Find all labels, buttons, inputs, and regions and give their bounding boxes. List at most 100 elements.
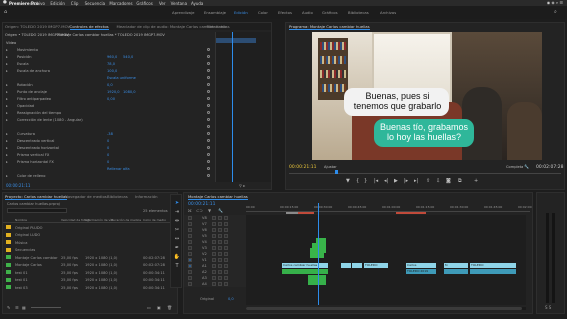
timeline-settings-icon[interactable]: 🔧 xyxy=(218,208,223,213)
project-item[interactable]: test 01 25,00 fps 1920 x 1080 (1,0) 00:00:3… xyxy=(3,277,177,283)
pen-tool-icon[interactable]: ✒ xyxy=(173,244,181,253)
master-value[interactable]: 0,0 xyxy=(228,297,234,301)
keyframe-icon[interactable] xyxy=(207,118,210,121)
project-item[interactable]: Original PLUDO xyxy=(3,225,177,230)
icon-view-icon[interactable]: ▦ xyxy=(22,305,26,310)
keyframe-icon[interactable] xyxy=(207,132,210,135)
expand-icon[interactable]: ▸ xyxy=(6,111,8,115)
effect-row[interactable]: ▸ Movimiento xyxy=(3,47,215,52)
timeline-tab[interactable]: Montaje Carlos cambiar huellas xyxy=(188,194,248,200)
video-clip[interactable]: Carlos xyxy=(406,263,436,268)
effect-value[interactable]: 0,0 xyxy=(107,83,113,87)
source-patch-toggle[interactable] xyxy=(188,281,192,286)
effect-value[interactable]: 0 xyxy=(107,153,109,157)
expand-icon[interactable]: ▸ xyxy=(6,153,8,157)
workspace-tab[interactable]: Edición xyxy=(234,10,248,15)
sync-icon[interactable] xyxy=(218,251,222,256)
source-tab[interactable]: Controles de efectos xyxy=(69,24,109,30)
eye-icon[interactable] xyxy=(224,233,228,238)
marker-icon[interactable]: ▼ xyxy=(346,178,350,184)
menu-item[interactable]: Ventana xyxy=(171,1,187,6)
video-clip[interactable]: TOLEDO xyxy=(470,263,516,268)
lock-icon[interactable] xyxy=(212,215,216,220)
new-bin-icon[interactable]: ▭ xyxy=(147,305,151,310)
eye-icon[interactable] xyxy=(224,269,228,274)
extract-icon[interactable]: ⇩ xyxy=(436,178,440,184)
sync-icon[interactable] xyxy=(218,245,222,250)
source-patch-toggle[interactable] xyxy=(188,239,192,244)
keyframe-icon[interactable] xyxy=(207,90,210,93)
track-header[interactable]: V4 xyxy=(184,239,246,245)
effect-row[interactable]: Rellenar alfa xyxy=(3,166,215,171)
effect-value[interactable]: 78,0 xyxy=(107,62,115,66)
lock-icon[interactable] xyxy=(212,263,216,268)
lock-icon[interactable] xyxy=(212,221,216,226)
snap-icon[interactable]: ⟗ xyxy=(188,208,192,213)
expand-icon[interactable]: ▸ xyxy=(6,132,8,136)
effect-value-2[interactable]: 1080,0 xyxy=(123,90,136,94)
video-clip[interactable]: fx xyxy=(444,263,468,268)
audio-clip[interactable] xyxy=(282,269,328,274)
timeline-ruler[interactable]: 00:00 00:00:15:00 00:00:30:00 00:00:45:00 00… xyxy=(246,204,532,212)
mini-playhead[interactable] xyxy=(232,32,233,182)
effect-value-2[interactable]: 540,0 xyxy=(123,55,133,59)
effect-value[interactable]: 0,00 xyxy=(107,97,115,101)
program-timecode[interactable]: 00:00:21:11 xyxy=(289,165,316,170)
expand-icon[interactable]: ▸ xyxy=(6,160,8,164)
sync-icon[interactable] xyxy=(218,221,222,226)
effect-value[interactable]: 0 xyxy=(107,139,109,143)
track-header[interactable]: V6 xyxy=(184,227,246,233)
keyframe-icon[interactable] xyxy=(207,76,210,79)
project-item[interactable]: Secuencias xyxy=(3,247,177,253)
expand-icon[interactable]: ▸ xyxy=(6,55,8,59)
sync-icon[interactable] xyxy=(218,275,222,280)
sync-icon[interactable] xyxy=(218,269,222,274)
workspace-tab[interactable]: Efectos xyxy=(278,10,292,15)
lock-icon[interactable] xyxy=(212,245,216,250)
project-tab[interactable]: Proyecto: Carlos cambiar huellas xyxy=(5,194,68,200)
camera-icon[interactable]: ◙ xyxy=(446,178,451,184)
project-item[interactable]: Montaje Carlos 25,00 fps 1920 x 1080 (1,0)… xyxy=(3,262,177,268)
keyframe-icon[interactable] xyxy=(207,146,210,149)
column-header[interactable]: Información de víd. xyxy=(85,218,114,222)
project-search-input[interactable] xyxy=(7,208,67,213)
linked-icon[interactable]: ⊂⊃ xyxy=(196,208,203,213)
trash-icon[interactable]: 🗑 xyxy=(167,305,172,310)
selection-tool-icon[interactable]: ➤ xyxy=(173,199,181,208)
pencil-icon[interactable]: ✎ xyxy=(7,305,10,310)
type-tool-icon[interactable]: T xyxy=(173,262,181,271)
effect-row[interactable]: Escala uniforme xyxy=(3,75,215,80)
source-patch-toggle[interactable] xyxy=(188,251,192,256)
razor-tool-icon[interactable]: ✂ xyxy=(173,226,181,235)
effect-value[interactable]: 0 xyxy=(107,160,109,164)
eye-icon[interactable] xyxy=(224,221,228,226)
effect-value[interactable]: 0 xyxy=(107,146,109,150)
keyframe-icon[interactable] xyxy=(207,104,210,107)
lock-icon[interactable] xyxy=(212,257,216,262)
track-header[interactable]: V2 xyxy=(184,251,246,257)
workspace-tab[interactable]: Ensamblaje xyxy=(204,10,226,15)
keyframe-icon[interactable] xyxy=(207,69,210,72)
sync-icon[interactable] xyxy=(218,233,222,238)
sync-icon[interactable] xyxy=(218,215,222,220)
work-area-bar[interactable] xyxy=(246,212,530,214)
program-tab[interactable]: Programa: Montaje Carlos cambiar huellas xyxy=(289,24,370,30)
eye-icon[interactable] xyxy=(224,245,228,250)
track-header[interactable]: A4 xyxy=(184,281,246,287)
keyframe-icon[interactable] xyxy=(207,153,210,156)
eye-icon[interactable] xyxy=(224,239,228,244)
track-header[interactable]: V1 xyxy=(184,257,246,263)
eye-icon[interactable] xyxy=(224,263,228,268)
workspace-tab[interactable]: Bibliotecas xyxy=(348,10,369,15)
mark-in-icon[interactable]: { xyxy=(356,178,359,184)
source-tab[interactable]: Metadatos xyxy=(207,24,227,29)
eye-icon[interactable] xyxy=(224,227,228,232)
effect-row[interactable]: ▸ Color de relleno xyxy=(3,173,215,178)
audio-clip[interactable] xyxy=(308,275,326,285)
project-item[interactable]: Montaje Carlos cambiar 25,00 fps 1920 x 10… xyxy=(3,255,177,260)
list-view-icon[interactable]: ☰ xyxy=(15,305,19,310)
audio-clip[interactable]: TOLEDO 2019 xyxy=(406,269,436,274)
effect-row[interactable]: ▸ Filtro antiparpadeo 0,00 xyxy=(3,96,215,101)
project-item[interactable]: test 03 25,00 fps 1920 x 1080 (1,0) 00:00:3… xyxy=(3,285,177,290)
effects-mini-timeline[interactable] xyxy=(215,32,271,182)
